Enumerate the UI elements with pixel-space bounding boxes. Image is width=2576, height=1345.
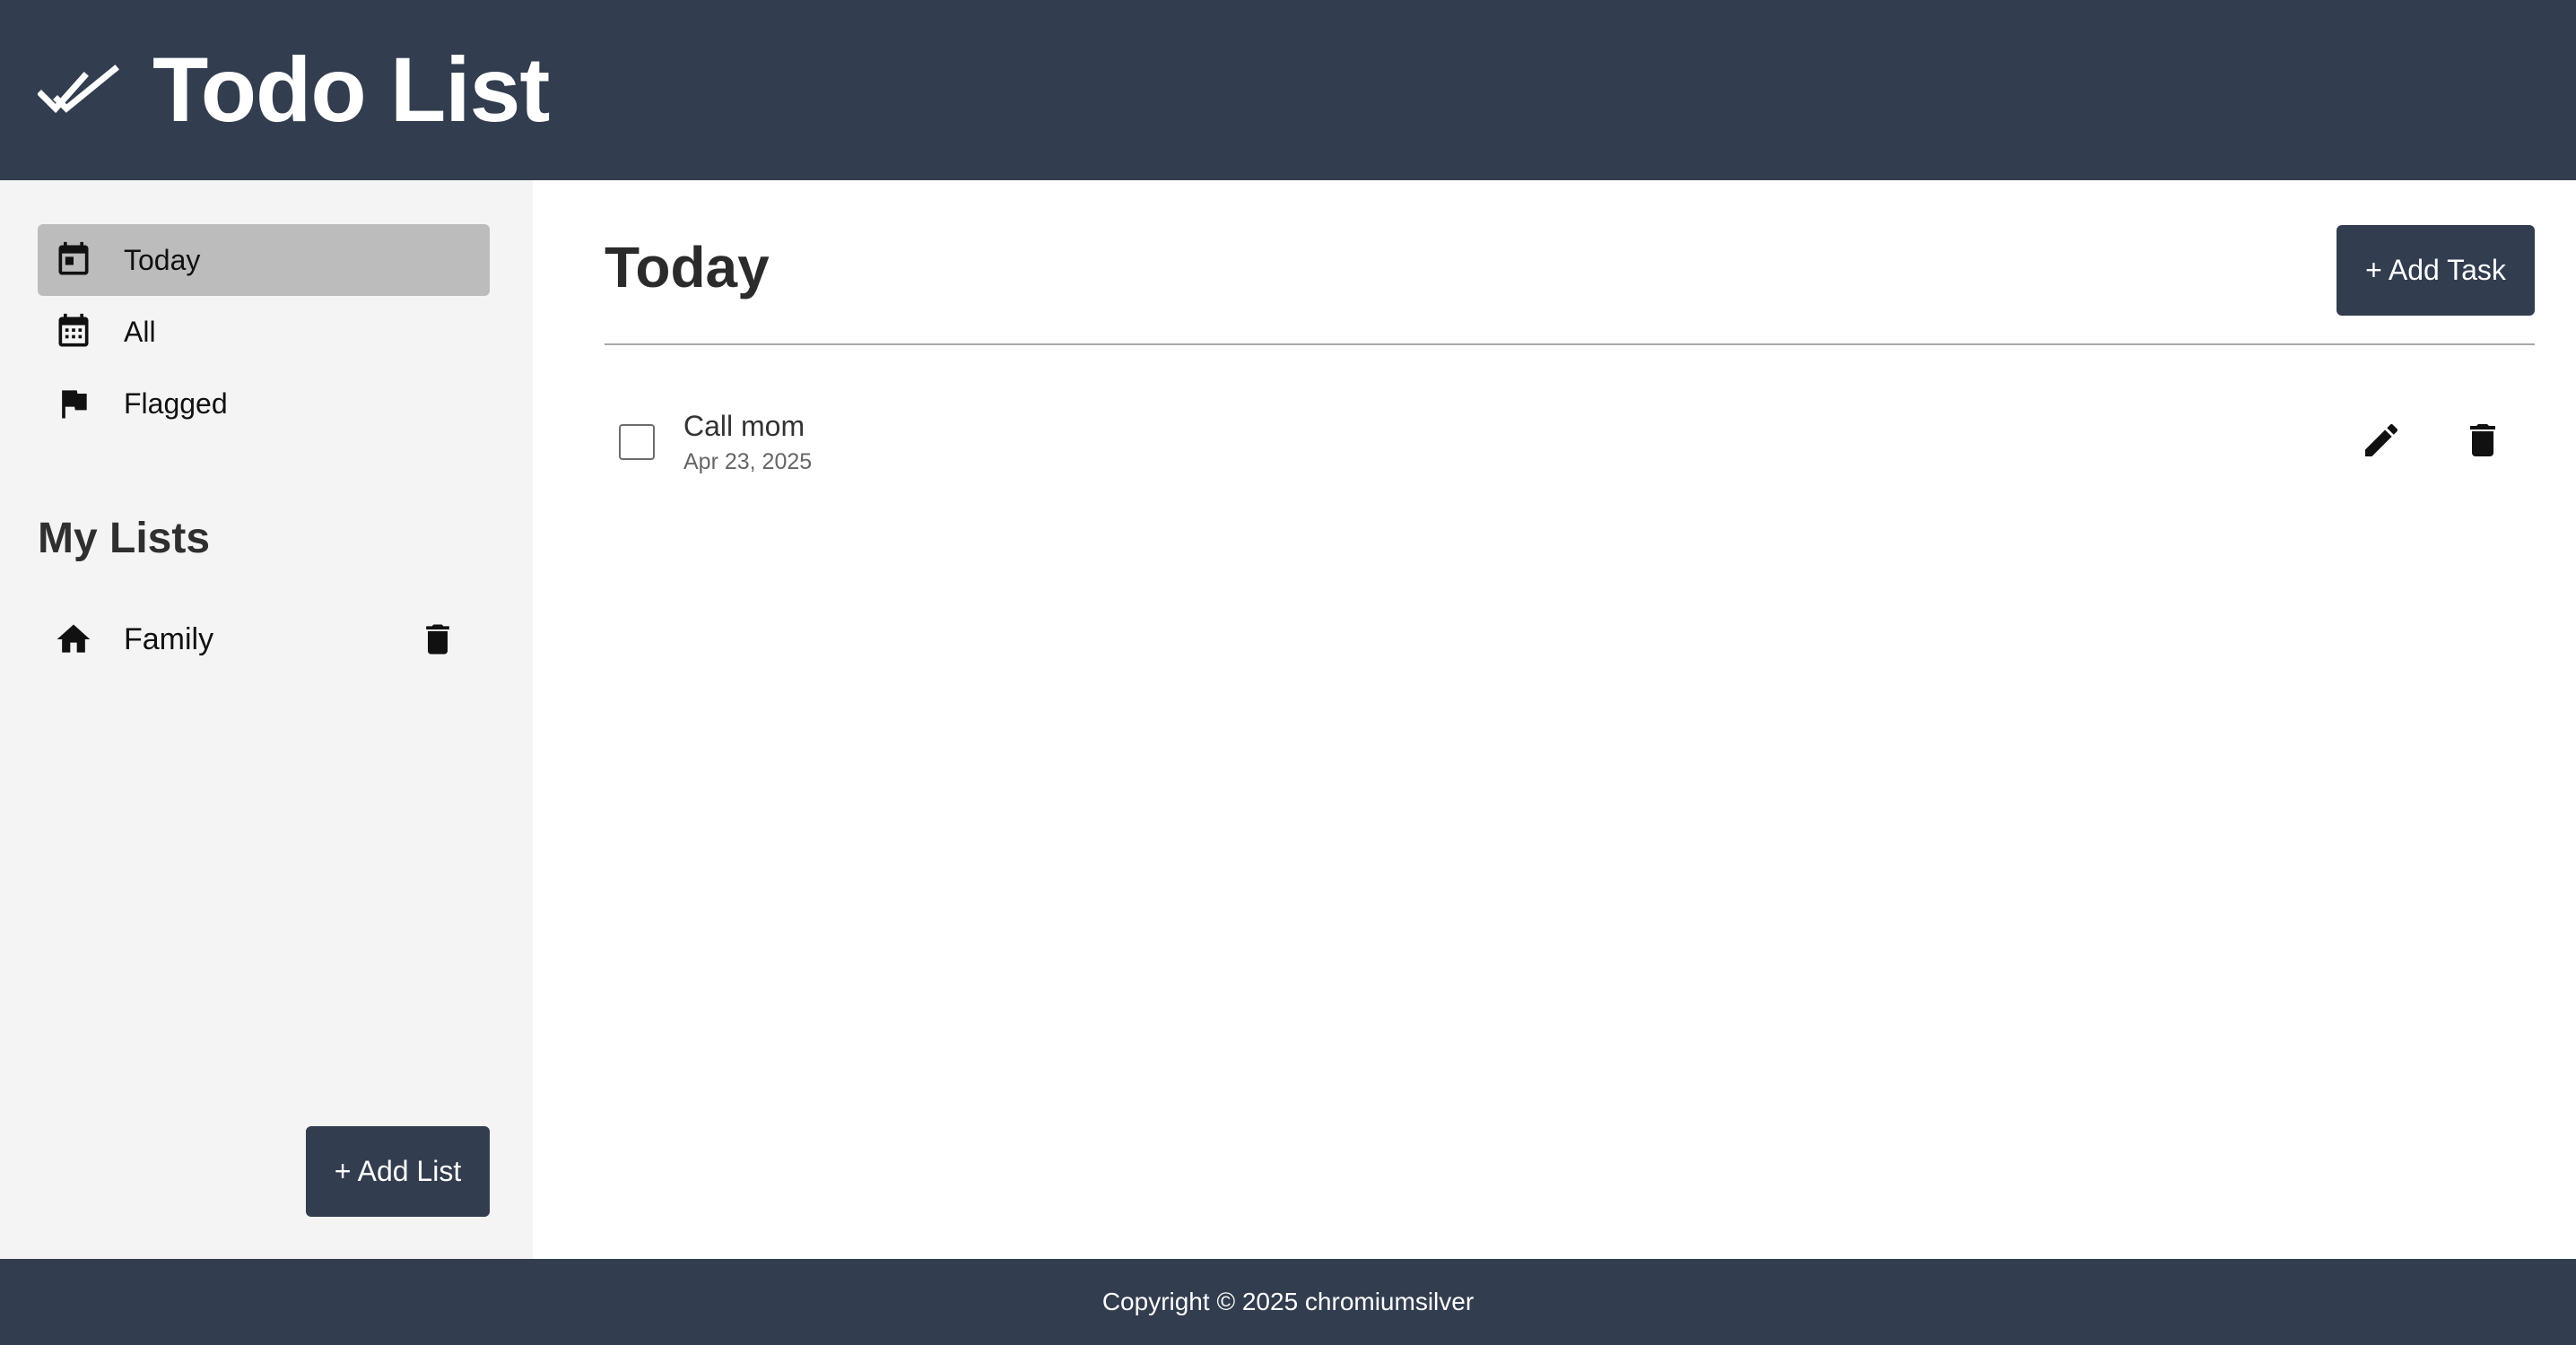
list-item-family[interactable]: Family xyxy=(38,603,490,675)
calendar-month-icon xyxy=(58,313,89,347)
pencil-icon[interactable] xyxy=(2360,419,2403,462)
sidebar-item-label: Today xyxy=(124,243,201,276)
trash-icon[interactable] xyxy=(418,620,457,659)
sidebar-item-label: All xyxy=(124,315,156,348)
sidebar-item-flagged[interactable]: Flagged xyxy=(38,368,490,439)
app-title: Todo List xyxy=(152,39,550,141)
task-title: Call mom xyxy=(683,410,805,442)
trash-icon[interactable] xyxy=(2461,419,2504,462)
footer: Copyright © 2025 chromiumsilver xyxy=(0,1259,2576,1345)
list-item-label: Family xyxy=(124,621,214,656)
calendar-today-icon xyxy=(58,241,89,275)
my-lists-heading: My Lists xyxy=(38,515,211,562)
sidebar-item-label: Flagged xyxy=(124,386,228,420)
app-header: Todo List xyxy=(0,0,2576,180)
home-icon xyxy=(57,624,91,653)
task-date: Apr 23, 2025 xyxy=(683,449,813,474)
add-list-button[interactable]: + Add List xyxy=(306,1126,490,1217)
double-check-icon xyxy=(38,64,119,113)
copyright-text: Copyright © 2025 chromiumsilver xyxy=(1101,1288,1475,1315)
sidebar-item-all[interactable]: All xyxy=(38,296,490,368)
sidebar: Today All Flagged My Lists Family + Add … xyxy=(0,180,533,1259)
task-checkbox[interactable] xyxy=(619,424,655,460)
add-task-button[interactable]: + Add Task xyxy=(2337,225,2535,316)
page-title: Today xyxy=(605,235,770,299)
sidebar-item-today[interactable]: Today xyxy=(38,224,490,296)
divider xyxy=(605,343,2535,345)
task-row: Call mom Apr 23, 2025 xyxy=(605,404,2535,485)
flag-icon xyxy=(62,390,87,419)
main-content: Today + Add Task Call mom Apr 23, 2025 xyxy=(533,180,2576,1259)
